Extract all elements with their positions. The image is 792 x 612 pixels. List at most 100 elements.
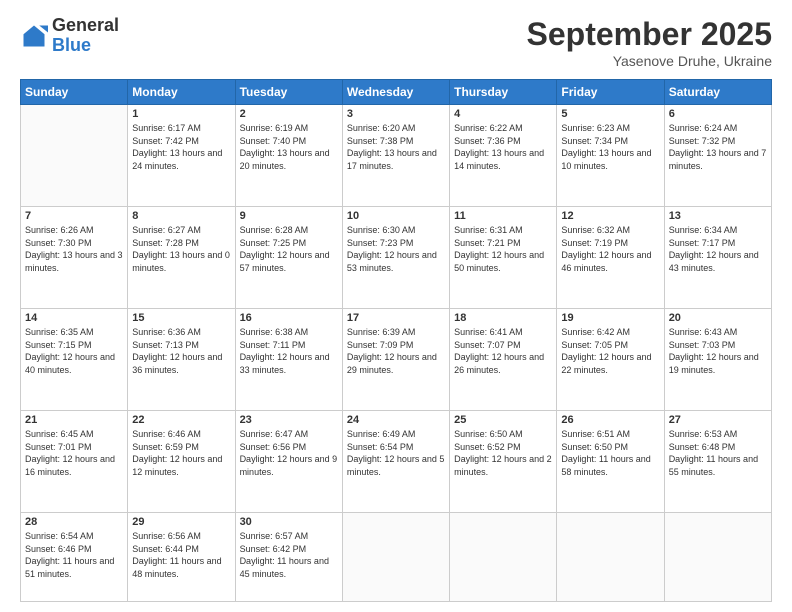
day-number: 22 (132, 414, 230, 426)
calendar-cell (557, 513, 664, 602)
day-info: Sunrise: 6:54 AM Sunset: 6:46 PM Dayligh… (25, 530, 123, 580)
calendar-cell: 28 Sunrise: 6:54 AM Sunset: 6:46 PM Dayli… (21, 513, 128, 602)
weekday-header-monday: Monday (128, 80, 235, 105)
day-info: Sunrise: 6:47 AM Sunset: 6:56 PM Dayligh… (240, 428, 338, 478)
day-number: 12 (561, 210, 659, 222)
calendar-cell: 16 Sunrise: 6:38 AM Sunset: 7:11 PM Dayli… (235, 309, 342, 411)
day-number: 9 (240, 210, 338, 222)
day-number: 7 (25, 210, 123, 222)
day-number: 14 (25, 312, 123, 324)
calendar-cell (21, 105, 128, 207)
day-info: Sunrise: 6:30 AM Sunset: 7:23 PM Dayligh… (347, 224, 445, 274)
calendar-cell: 20Sunrise: 6:43 AM Sunset: 7:03 PM Dayli… (664, 309, 771, 411)
location: Yasenove Druhe, Ukraine (527, 53, 772, 69)
day-number: 18 (454, 312, 552, 324)
day-info: Sunrise: 6:49 AM Sunset: 6:54 PM Dayligh… (347, 428, 445, 478)
day-number: 21 (25, 414, 123, 426)
weekday-header-sunday: Sunday (21, 80, 128, 105)
calendar-cell (342, 513, 449, 602)
logo-text: General Blue (52, 16, 119, 56)
title-block: September 2025 Yasenove Druhe, Ukraine (527, 16, 772, 69)
calendar-week-5: 28 Sunrise: 6:54 AM Sunset: 6:46 PM Dayli… (21, 513, 772, 602)
calendar-week-4: 21 Sunrise: 6:45 AM Sunset: 7:01 PM Dayli… (21, 411, 772, 513)
day-number: 8 (132, 210, 230, 222)
day-number: 27 (669, 414, 767, 426)
day-info: Sunrise: 6:31 AM Sunset: 7:21 PM Dayligh… (454, 224, 552, 274)
day-info: Sunrise: 6:28 AM Sunset: 7:25 PM Dayligh… (240, 224, 338, 274)
page: General Blue September 2025 Yasenove Dru… (0, 0, 792, 612)
calendar-week-2: 7 Sunrise: 6:26 AM Sunset: 7:30 PM Daylig… (21, 207, 772, 309)
calendar-week-1: 1 Sunrise: 6:17 AM Sunset: 7:42 PM Daylig… (21, 105, 772, 207)
day-info: Sunrise: 6:45 AM Sunset: 7:01 PM Dayligh… (25, 428, 123, 478)
calendar-cell: 21 Sunrise: 6:45 AM Sunset: 7:01 PM Dayli… (21, 411, 128, 513)
day-number: 23 (240, 414, 338, 426)
day-number: 10 (347, 210, 445, 222)
weekday-header-tuesday: Tuesday (235, 80, 342, 105)
day-info: Sunrise: 6:19 AM Sunset: 7:40 PM Dayligh… (240, 122, 338, 172)
calendar-cell: 1 Sunrise: 6:17 AM Sunset: 7:42 PM Daylig… (128, 105, 235, 207)
day-info: Sunrise: 6:35 AM Sunset: 7:15 PM Dayligh… (25, 326, 123, 376)
day-info: Sunrise: 6:38 AM Sunset: 7:11 PM Dayligh… (240, 326, 338, 376)
day-number: 19 (561, 312, 659, 324)
day-number: 25 (454, 414, 552, 426)
day-info: Sunrise: 6:17 AM Sunset: 7:42 PM Dayligh… (132, 122, 230, 172)
day-info: Sunrise: 6:34 AM Sunset: 7:17 PM Dayligh… (669, 224, 767, 274)
calendar-cell: 4Sunrise: 6:22 AM Sunset: 7:36 PM Daylig… (450, 105, 557, 207)
day-info: Sunrise: 6:23 AM Sunset: 7:34 PM Dayligh… (561, 122, 659, 172)
logo: General Blue (20, 16, 119, 56)
day-number: 29 (132, 516, 230, 528)
calendar-cell: 30 Sunrise: 6:57 AM Sunset: 6:42 PM Dayli… (235, 513, 342, 602)
day-number: 1 (132, 108, 230, 120)
day-number: 28 (25, 516, 123, 528)
day-number: 11 (454, 210, 552, 222)
day-number: 26 (561, 414, 659, 426)
day-info: Sunrise: 6:22 AM Sunset: 7:36 PM Dayligh… (454, 122, 552, 172)
logo-general: General (52, 16, 119, 36)
calendar-cell: 8 Sunrise: 6:27 AM Sunset: 7:28 PM Daylig… (128, 207, 235, 309)
day-number: 16 (240, 312, 338, 324)
day-info: Sunrise: 6:39 AM Sunset: 7:09 PM Dayligh… (347, 326, 445, 376)
month-title: September 2025 (527, 16, 772, 53)
logo-blue: Blue (52, 36, 119, 56)
day-info: Sunrise: 6:32 AM Sunset: 7:19 PM Dayligh… (561, 224, 659, 274)
day-number: 5 (561, 108, 659, 120)
calendar-cell: 17 Sunrise: 6:39 AM Sunset: 7:09 PM Dayli… (342, 309, 449, 411)
calendar-cell: 6Sunrise: 6:24 AM Sunset: 7:32 PM Daylig… (664, 105, 771, 207)
day-info: Sunrise: 6:26 AM Sunset: 7:30 PM Dayligh… (25, 224, 123, 274)
calendar-cell: 10 Sunrise: 6:30 AM Sunset: 7:23 PM Dayli… (342, 207, 449, 309)
day-info: Sunrise: 6:20 AM Sunset: 7:38 PM Dayligh… (347, 122, 445, 172)
calendar-cell: 5 Sunrise: 6:23 AM Sunset: 7:34 PM Daylig… (557, 105, 664, 207)
calendar-cell: 27Sunrise: 6:53 AM Sunset: 6:48 PM Dayli… (664, 411, 771, 513)
weekday-header-friday: Friday (557, 80, 664, 105)
calendar-cell: 13 Sunrise: 6:34 AM Sunset: 7:17 PM Dayli… (664, 207, 771, 309)
day-info: Sunrise: 6:46 AM Sunset: 6:59 PM Dayligh… (132, 428, 230, 478)
weekday-header-wednesday: Wednesday (342, 80, 449, 105)
weekday-header-saturday: Saturday (664, 80, 771, 105)
day-info: Sunrise: 6:43 AM Sunset: 7:03 PM Dayligh… (669, 326, 767, 376)
day-info: Sunrise: 6:50 AM Sunset: 6:52 PM Dayligh… (454, 428, 552, 478)
day-info: Sunrise: 6:27 AM Sunset: 7:28 PM Dayligh… (132, 224, 230, 274)
calendar-cell (664, 513, 771, 602)
calendar-cell: 14 Sunrise: 6:35 AM Sunset: 7:15 PM Dayli… (21, 309, 128, 411)
day-info: Sunrise: 6:57 AM Sunset: 6:42 PM Dayligh… (240, 530, 338, 580)
calendar-week-3: 14 Sunrise: 6:35 AM Sunset: 7:15 PM Dayli… (21, 309, 772, 411)
day-info: Sunrise: 6:42 AM Sunset: 7:05 PM Dayligh… (561, 326, 659, 376)
day-info: Sunrise: 6:24 AM Sunset: 7:32 PM Dayligh… (669, 122, 767, 172)
calendar-cell: 23 Sunrise: 6:47 AM Sunset: 6:56 PM Dayli… (235, 411, 342, 513)
calendar-cell: 25 Sunrise: 6:50 AM Sunset: 6:52 PM Dayli… (450, 411, 557, 513)
calendar-cell: 18Sunrise: 6:41 AM Sunset: 7:07 PM Dayli… (450, 309, 557, 411)
day-number: 13 (669, 210, 767, 222)
day-number: 30 (240, 516, 338, 528)
calendar-cell (450, 513, 557, 602)
day-number: 3 (347, 108, 445, 120)
calendar-cell: 12 Sunrise: 6:32 AM Sunset: 7:19 PM Dayli… (557, 207, 664, 309)
day-number: 17 (347, 312, 445, 324)
calendar-cell: 22 Sunrise: 6:46 AM Sunset: 6:59 PM Dayli… (128, 411, 235, 513)
calendar-cell: 24Sunrise: 6:49 AM Sunset: 6:54 PM Dayli… (342, 411, 449, 513)
calendar-cell: 26Sunrise: 6:51 AM Sunset: 6:50 PM Dayli… (557, 411, 664, 513)
calendar-cell: 2 Sunrise: 6:19 AM Sunset: 7:40 PM Daylig… (235, 105, 342, 207)
header: General Blue September 2025 Yasenove Dru… (20, 16, 772, 69)
day-info: Sunrise: 6:56 AM Sunset: 6:44 PM Dayligh… (132, 530, 230, 580)
calendar-table: SundayMondayTuesdayWednesdayThursdayFrid… (20, 79, 772, 602)
day-number: 2 (240, 108, 338, 120)
